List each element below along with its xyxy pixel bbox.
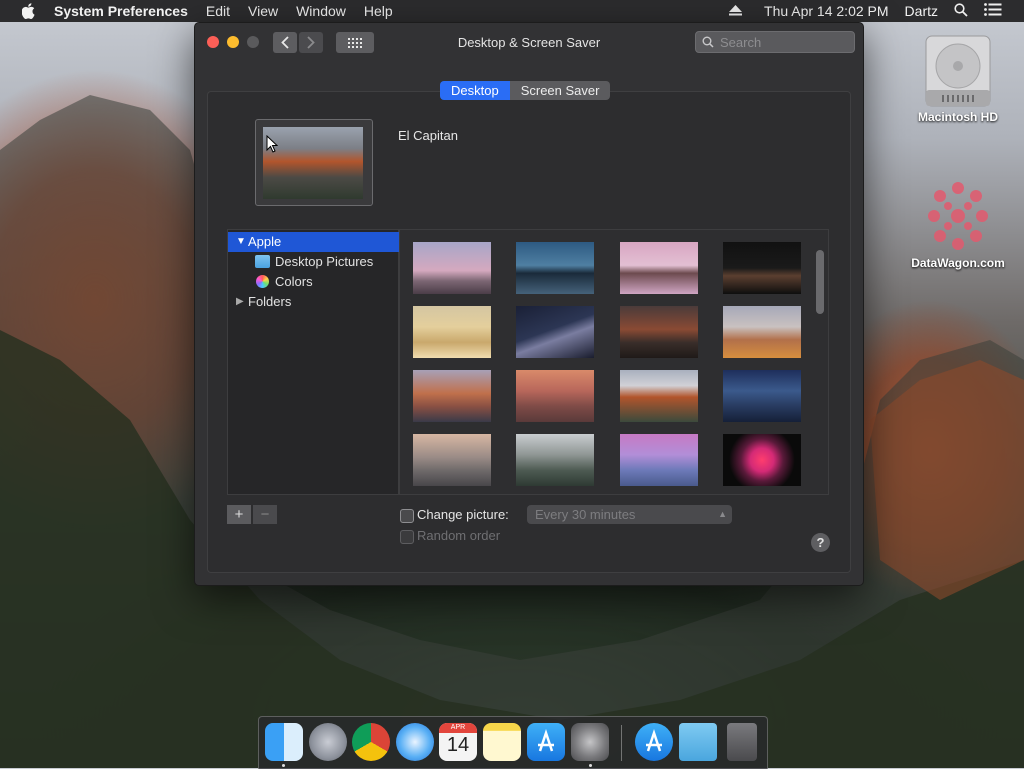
wallpaper-thumb[interactable] (413, 370, 491, 422)
calendar-day: 14 (446, 734, 470, 756)
tab-screen-saver[interactable]: Screen Saver (509, 81, 611, 100)
downloads-folder-icon[interactable] (679, 723, 717, 761)
folder-icon (255, 255, 270, 268)
hard-drive-icon (922, 32, 994, 110)
desktop-screensaver-window: Desktop & Screen Saver Desktop Screen Sa… (194, 22, 864, 586)
disclosure-triangle-icon[interactable]: ▶ (236, 292, 244, 312)
datawagon-logo-icon (918, 176, 998, 256)
current-wallpaper-preview (255, 119, 373, 206)
random-order-label: Random order (417, 528, 501, 543)
eject-icon[interactable] (729, 3, 743, 19)
dock-separator (621, 725, 622, 761)
calendar-month: APR (439, 723, 477, 733)
notes-icon[interactable] (483, 723, 521, 761)
app-store-icon[interactable] (527, 723, 565, 761)
wallpaper-thumb[interactable] (723, 434, 801, 486)
remove-folder-button[interactable]: − (253, 505, 277, 524)
add-remove-control: + − (227, 505, 277, 524)
source-item-colors[interactable]: Colors (228, 272, 400, 292)
mouse-cursor-icon (266, 135, 278, 153)
wallpaper-thumb[interactable] (413, 306, 491, 358)
updown-chevron-icon: ▲ (718, 509, 727, 519)
tab-control: Desktop Screen Saver (440, 81, 611, 100)
menu-bar: System Preferences Edit View Window Help… (0, 0, 1024, 22)
menu-window[interactable]: Window (296, 3, 346, 19)
grid-scrollbar[interactable] (816, 250, 824, 314)
safari-icon[interactable] (396, 723, 434, 761)
wallpaper-thumb[interactable] (516, 242, 594, 294)
calendar-icon[interactable]: APR 14 (439, 723, 477, 761)
menu-clock[interactable]: Thu Apr 14 2:02 PM (764, 3, 889, 19)
change-interval-select[interactable]: Every 30 minutes ▲ (527, 505, 732, 524)
dock: APR 14 (258, 716, 768, 769)
color-wheel-icon (256, 275, 269, 288)
change-picture-label: Change picture: (417, 507, 509, 522)
wallpaper-thumb[interactable] (620, 306, 698, 358)
source-item-folders[interactable]: ▶ Folders (228, 292, 400, 312)
source-list: ▼ Apple Desktop Pictures Colors ▶ Folder… (227, 229, 400, 495)
source-item-label: Apple (248, 234, 282, 249)
tab-desktop[interactable]: Desktop (440, 81, 510, 100)
interval-value: Every 30 minutes (535, 507, 636, 522)
wallpaper-thumb[interactable] (516, 306, 594, 358)
menu-help[interactable]: Help (364, 3, 393, 19)
running-indicator (282, 764, 285, 767)
app-store-folder-icon[interactable] (635, 723, 673, 761)
search-icon (702, 36, 714, 48)
menu-view[interactable]: View (248, 3, 278, 19)
random-order-checkbox[interactable] (400, 530, 414, 544)
desktop-icon-label: DataWagon.com (911, 256, 1005, 270)
trash-icon[interactable] (727, 723, 757, 761)
chrome-icon[interactable] (352, 723, 390, 761)
menu-user[interactable]: Dartz (905, 3, 938, 19)
help-button[interactable]: ? (811, 533, 830, 552)
menu-edit[interactable]: Edit (206, 3, 230, 19)
search-field[interactable] (695, 31, 855, 53)
wallpaper-thumb[interactable] (723, 242, 801, 294)
current-image-name: El Capitan (398, 128, 458, 143)
window-titlebar[interactable]: Desktop & Screen Saver (195, 23, 863, 63)
change-picture-checkbox[interactable] (400, 509, 414, 523)
wallpaper-grid (399, 229, 829, 495)
source-item-label: Colors (275, 274, 313, 289)
wallpaper-thumb[interactable] (620, 370, 698, 422)
system-preferences-icon[interactable] (571, 723, 609, 761)
wallpaper-thumb[interactable] (723, 306, 801, 358)
wallpaper-thumb[interactable] (723, 370, 801, 422)
desktop-icon-datawagon[interactable]: DataWagon.com (903, 176, 1013, 270)
source-item-label: Folders (248, 294, 292, 309)
search-input[interactable] (718, 33, 842, 51)
launchpad-icon[interactable] (309, 723, 347, 761)
desktop-icon-macintosh-hd[interactable]: Macintosh HD (903, 32, 1013, 124)
disclosure-triangle-icon[interactable]: ▼ (236, 232, 246, 252)
source-item-apple[interactable]: ▼ Apple (228, 232, 400, 252)
wallpaper-thumb[interactable] (516, 370, 594, 422)
wallpaper-thumb[interactable] (620, 434, 698, 486)
wallpaper-thumb[interactable] (413, 434, 491, 486)
add-folder-button[interactable]: + (227, 505, 251, 524)
finder-icon[interactable] (265, 723, 303, 761)
desktop-icon-label: Macintosh HD (917, 110, 998, 124)
apple-menu-icon[interactable] (18, 0, 40, 22)
preview-image (263, 127, 363, 199)
wallpaper-thumb[interactable] (516, 434, 594, 486)
source-item-label: Desktop Pictures (275, 254, 374, 269)
spotlight-icon[interactable] (954, 2, 968, 20)
menu-app-name[interactable]: System Preferences (54, 3, 188, 19)
source-item-desktop-pictures[interactable]: Desktop Pictures (228, 252, 400, 272)
notification-center-icon[interactable] (984, 3, 1002, 19)
running-indicator (589, 764, 592, 767)
wallpaper-thumb[interactable] (413, 242, 491, 294)
wallpaper-thumb[interactable] (620, 242, 698, 294)
